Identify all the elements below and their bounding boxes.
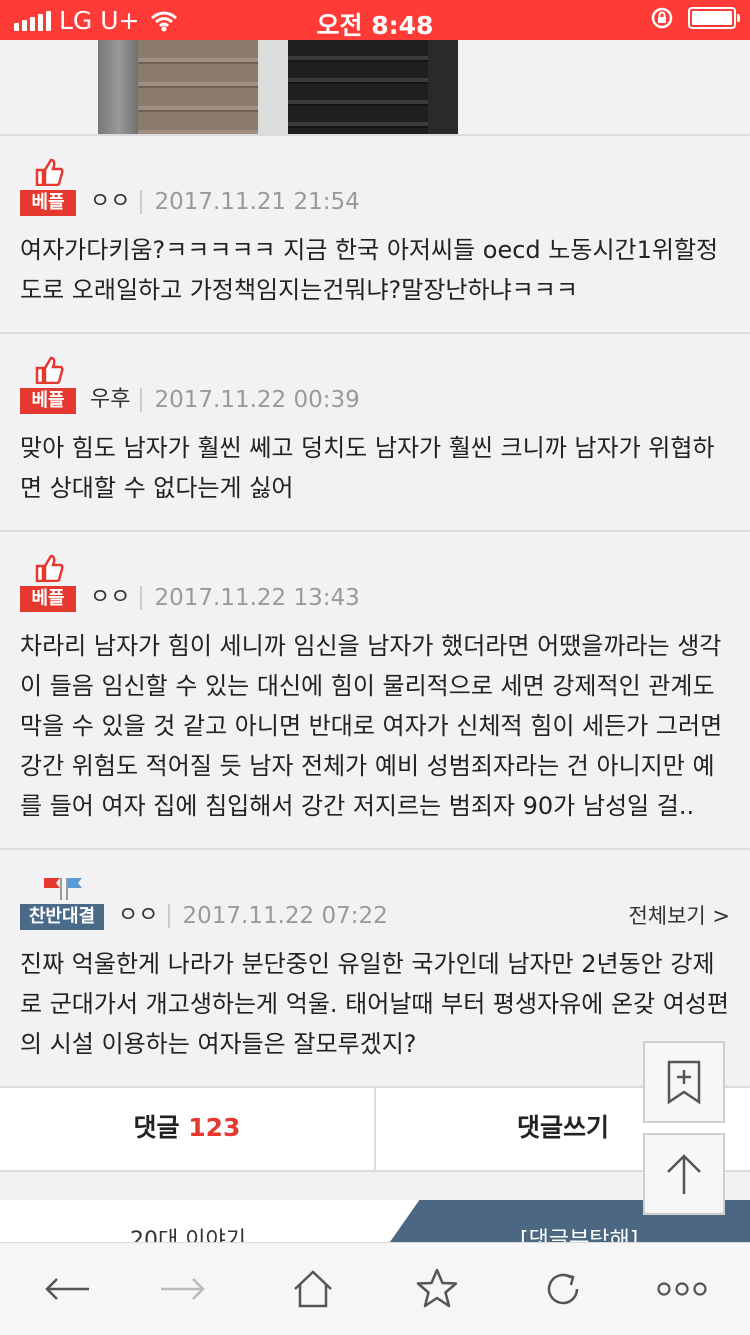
- scroll-top-button[interactable]: [643, 1133, 725, 1215]
- more-button[interactable]: [656, 1267, 708, 1311]
- bookmark-button[interactable]: [643, 1041, 725, 1123]
- browser-toolbar: [0, 1242, 750, 1335]
- comments-count: 123: [188, 1113, 241, 1142]
- comment-text: 차라리 남자가 힘이 세니까 임신을 남자가 했더라면 어땠을까라는 생각이 들…: [20, 632, 723, 820]
- refresh-button[interactable]: [538, 1267, 588, 1311]
- comments-tab[interactable]: 댓글 123: [0, 1088, 376, 1170]
- comment-date: 2017.11.21 21:54: [154, 189, 360, 215]
- related-strip: 20대 이야기 [댓글부탁해]: [0, 1200, 750, 1242]
- home-icon: [294, 1270, 332, 1308]
- versus-badge: 찬반대결: [20, 904, 104, 930]
- back-button[interactable]: [42, 1267, 92, 1311]
- comment-date: 2017.11.22 13:43: [154, 585, 360, 611]
- refresh-icon: [547, 1273, 579, 1305]
- more-icon: [657, 1282, 707, 1296]
- comment-item: 베플 우후 2017.11.22 00:39 맞아 힘도 남자가 훨씬 쎄고 덩…: [0, 332, 750, 530]
- best-comment-badge: 베플: [20, 190, 76, 216]
- related-link-right[interactable]: [댓글부탁해]: [520, 1222, 638, 1242]
- forward-button[interactable]: [158, 1267, 208, 1311]
- rotation-lock-icon: [651, 7, 673, 29]
- battery-icon: [688, 7, 740, 29]
- comment-meta: 베플 우후 2017.11.22 00:39: [20, 356, 730, 414]
- comment-author: ㅇㅇ: [118, 903, 159, 928]
- related-link-left[interactable]: 20대 이야기: [130, 1222, 246, 1242]
- comment-list: 베플 ㅇㅇ 2017.11.21 21:54 여자가다키움?ㅋㅋㅋㅋㅋ 지금 한…: [0, 134, 750, 1086]
- arrow-left-icon: [45, 1278, 89, 1300]
- divider: [140, 388, 143, 412]
- article-image: [98, 40, 458, 134]
- write-comment-label: 댓글쓰기: [516, 1113, 609, 1142]
- comment-text: 진짜 억울한게 나라가 분단중인 유일한 국가인데 남자만 2년동안 강제로 군…: [20, 950, 729, 1058]
- thumbs-up-icon: [35, 356, 64, 384]
- bookmark-add-icon: [667, 1060, 701, 1104]
- comment-meta: 베플 ㅇㅇ 2017.11.21 21:54: [20, 158, 730, 216]
- comment-meta: 찬반대결 ㅇㅇ 2017.11.22 07:22: [20, 872, 730, 930]
- comment-text: 맞아 힘도 남자가 훨씬 쎄고 덩치도 남자가 훨씬 크니까 남자가 위협하면 …: [20, 434, 715, 502]
- arrow-right-icon: [161, 1278, 205, 1300]
- view-all-link[interactable]: 전체보기 >: [628, 900, 730, 930]
- arrow-up-icon: [667, 1154, 701, 1194]
- thumbs-up-icon: [35, 158, 64, 186]
- favorite-button[interactable]: [412, 1267, 462, 1311]
- divider: [140, 586, 143, 610]
- divider: [140, 190, 143, 214]
- divider: [168, 904, 171, 928]
- comment-item: 베플 ㅇㅇ 2017.11.22 13:43 차라리 남자가 힘이 세니까 임신…: [0, 530, 750, 848]
- best-comment-badge: 베플: [20, 586, 76, 612]
- comment-author: 우후: [90, 387, 131, 412]
- comment-author: ㅇㅇ: [90, 189, 131, 214]
- status-bar: LG U+ 오전 8:48: [0, 0, 750, 40]
- star-icon: [416, 1268, 458, 1308]
- comments-tab-label: 댓글: [133, 1113, 180, 1142]
- flags-icon: [44, 878, 82, 900]
- comment-author: ㅇㅇ: [90, 585, 131, 610]
- status-time: 오전 8:48: [316, 11, 434, 40]
- comment-meta: 베플 ㅇㅇ 2017.11.22 13:43: [20, 554, 730, 612]
- comment-date: 2017.11.22 00:39: [154, 387, 360, 413]
- best-comment-badge: 베플: [20, 388, 76, 414]
- home-button[interactable]: [288, 1267, 338, 1311]
- comment-item: 베플 ㅇㅇ 2017.11.21 21:54 여자가다키움?ㅋㅋㅋㅋㅋ 지금 한…: [0, 134, 750, 332]
- comment-item: 찬반대결 ㅇㅇ 2017.11.22 07:22 전체보기 > 진짜 억울한게 …: [0, 848, 750, 1086]
- comment-tabbar: 댓글 123 댓글쓰기: [0, 1086, 750, 1172]
- comment-text: 여자가다키움?ㅋㅋㅋㅋㅋ 지금 한국 아저씨들 oecd 노동시간1위할정도로 …: [20, 236, 719, 304]
- comment-date: 2017.11.22 07:22: [182, 903, 388, 929]
- thumbs-up-icon: [35, 554, 64, 582]
